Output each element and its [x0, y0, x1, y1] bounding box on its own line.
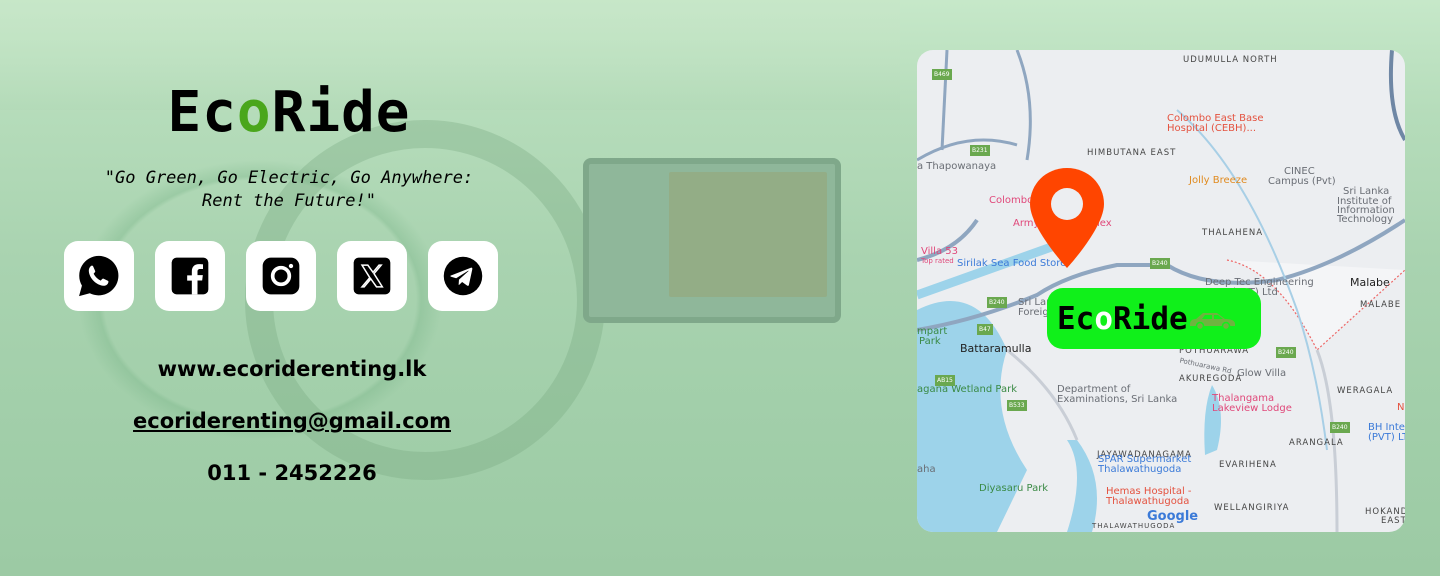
map-label: aha	[917, 464, 936, 475]
map-label: EVARIHENA	[1219, 460, 1277, 470]
instagram-button[interactable]	[246, 241, 316, 311]
map-label: Thalawathugoda	[1098, 464, 1182, 475]
road-shield: B240	[1150, 258, 1170, 269]
map-label: THALAHENA	[1202, 228, 1264, 238]
map-label: Colombo	[989, 195, 1034, 206]
whatsapp-button[interactable]	[64, 241, 134, 311]
location-map[interactable]: UDUMULLA NORTH HIMBUTANA EAST Colombo Ea…	[917, 50, 1405, 532]
social-links	[64, 241, 498, 311]
map-label: AKUREGODA	[1179, 374, 1243, 384]
map-label: Jolly Breeze	[1189, 175, 1248, 186]
instagram-icon	[262, 257, 300, 295]
map-label: MALABE E	[1360, 300, 1405, 310]
map-label: HIMBUTANA EAST	[1087, 148, 1177, 158]
map-label: agana Wetland Park	[917, 384, 1018, 395]
background-car-screen	[583, 158, 841, 323]
road-shield: B240	[1276, 347, 1296, 358]
map-label: Battaramulla	[960, 342, 1032, 355]
map-label: Technology	[1337, 214, 1394, 225]
map-label: WELLANGIRIYA	[1214, 503, 1290, 513]
google-logo: Google	[1147, 509, 1199, 524]
website-link[interactable]: www.ecoriderenting.lk	[0, 357, 584, 381]
x-icon	[353, 257, 391, 295]
telegram-icon	[443, 256, 483, 296]
map-label: Campus (Pvt)	[1268, 176, 1336, 187]
road-shield: B240	[1330, 422, 1350, 433]
map-label: Glow Villa	[1237, 368, 1287, 379]
whatsapp-icon	[79, 255, 119, 297]
telegram-button[interactable]	[428, 241, 498, 311]
road-shield: AB15	[935, 375, 955, 386]
map-label: Ne	[1397, 402, 1405, 413]
x-button[interactable]	[337, 241, 407, 311]
map-label: Examinations, Sri Lanka	[1057, 394, 1178, 405]
road-shield: B533	[1007, 400, 1027, 411]
facebook-button[interactable]	[155, 241, 225, 311]
map-label: Malabe	[1350, 276, 1390, 289]
map-label: EAST	[1381, 516, 1405, 526]
map-label: (PVT) LT	[1368, 432, 1405, 443]
road-shield: B231	[970, 145, 990, 156]
map-label: Lakeview Lodge	[1212, 403, 1292, 414]
map-label: WERAGALA	[1337, 386, 1394, 396]
badge-logo: EcoRide	[1057, 300, 1188, 337]
map-label: ARANGALA	[1289, 438, 1344, 448]
map-label: Top rated	[921, 257, 954, 265]
contact-panel: EcoRide "Go Green, Go Electric, Go Anywh…	[0, 0, 580, 576]
map-label: UDUMULLA NORTH	[1183, 55, 1278, 65]
map-label: Hospital (CEBH)...	[1167, 123, 1256, 134]
tagline: "Go Green, Go Electric, Go Anywhere: Rent…	[104, 168, 474, 211]
map-label: Park	[919, 336, 941, 347]
ecoride-map-badge: EcoRide	[1047, 288, 1261, 349]
location-pin-icon	[1030, 168, 1104, 268]
email-link[interactable]: ecoriderenting@gmail.com	[0, 409, 584, 433]
brand-logo: EcoRide	[167, 80, 411, 145]
road-shield: B240	[987, 297, 1007, 308]
phone-number: 011 - 2452226	[207, 461, 377, 485]
map-label: Diyasaru Park	[979, 483, 1049, 494]
road-shield: B469	[932, 69, 952, 80]
road-shield: B47	[977, 324, 993, 335]
facebook-icon	[171, 257, 209, 295]
map-label: Thalawathugoda	[1106, 496, 1190, 507]
map-label: a Thapowanaya	[917, 161, 997, 172]
car-icon	[1189, 312, 1235, 330]
